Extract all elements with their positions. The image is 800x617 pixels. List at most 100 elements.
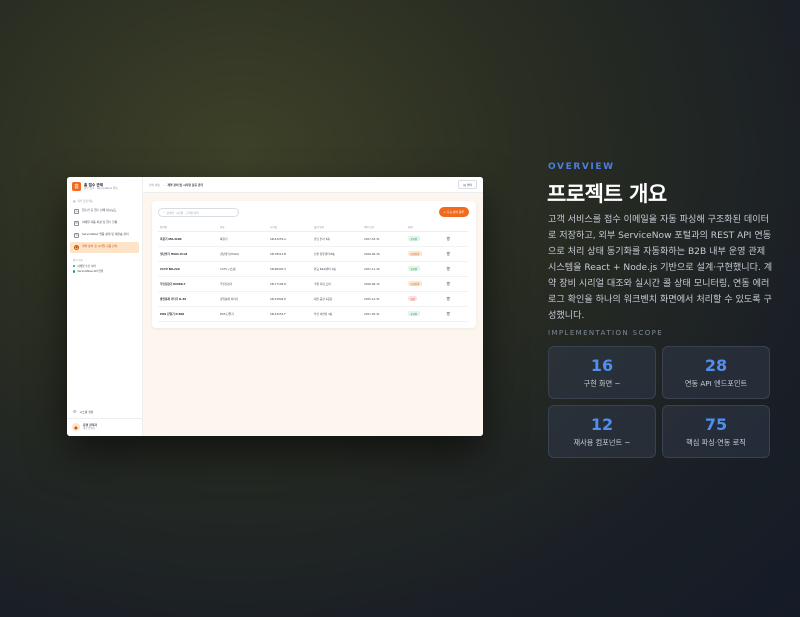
grid-icon: ▦ — [73, 199, 76, 203]
breadcrumb: 관리 메뉴 › 계약 장비 및 시리얼 검증 관리 — [149, 183, 203, 187]
stat-value: 28 — [704, 356, 728, 375]
stat-value: 75 — [704, 415, 728, 434]
action-cell: 🗑 — [444, 246, 468, 262]
column-header[interactable]: 상태 — [406, 223, 444, 232]
device-name-cell: 출입통제 리더기 R-30 — [158, 291, 218, 307]
sidebar-item-label: 계약 장비 및 시리얼 검증 관리 — [82, 244, 118, 248]
device-name-cell: 냉난방기 HVAC-Pro8 — [158, 246, 218, 262]
brand-logo: 홈 — [72, 182, 81, 191]
sidebar-item-label: 이메일 자동 파싱 및 접수 현황 — [82, 220, 118, 224]
contract-expire-cell: 2027-11-30 — [362, 261, 406, 277]
stat-label: 연동 API 엔드포인트 — [684, 379, 748, 388]
user-profile[interactable]: ● 운영 관리자 내부 운영팀 — [67, 419, 142, 436]
trash-icon[interactable]: 🗑 — [446, 252, 451, 256]
system-settings-label: 시스템 설정 — [79, 409, 94, 414]
device-type-cell: 무인점검기 — [218, 276, 268, 292]
sidebar-item-label: ServiceNow 연동 상태 및 재전송 관리 — [82, 232, 129, 236]
sidebar-item-device-serial[interactable]: ● 계약 장비 및 시리얼 검증 관리 — [70, 242, 139, 253]
table-row[interactable]: 출입통제 리더기 R-30 출입통제 리더기 SN-33849-E 대전 공장 2공장… — [158, 291, 468, 307]
table-row[interactable]: 냉난방기 HVAC-Pro8 냉난방기(HVAC) SN-78512-B 인천 물류센… — [158, 246, 468, 262]
device-location-cell: 판교 R&D센터 1동 — [312, 261, 362, 277]
status-cell: 유지중 — [406, 306, 444, 322]
search-placeholder: 장비명 · 시리얼 · 고객명 검색 — [166, 211, 199, 215]
device-location-cell: 인천 물류센터 B동 — [312, 246, 362, 262]
topbar: 관리 메뉴 › 계약 장비 및 시리얼 검증 관리 ▤ 필터 — [143, 177, 483, 193]
device-name-cell: CCTV NX-220 — [158, 261, 218, 277]
brand-subtitle: 외부 접수 · ServiceNow 연동 — [84, 187, 118, 191]
column-header[interactable]: 계약 만료 — [362, 223, 406, 232]
breadcrumb-current: 계약 장비 및 시리얼 검증 관리 — [167, 182, 204, 187]
filter-button[interactable]: ▤ 필터 — [458, 180, 477, 189]
column-header — [444, 223, 468, 232]
contract-expire-cell: 2026-08-15 — [362, 276, 406, 292]
scope-label: IMPLEMENTATION SCOPE — [548, 329, 664, 337]
mail-icon: ✉ — [74, 220, 79, 226]
stat-label: 재사용 컴포넌트 ~ — [573, 438, 631, 447]
status-cell: 만료임박 — [406, 246, 444, 262]
trash-icon[interactable]: 🗑 — [446, 297, 451, 301]
table-row[interactable]: CCTV NX-220 CCTV 시스템 SN-98445-C 판교 R&D센터 1동… — [158, 261, 468, 277]
sidebar-item-email-parsing[interactable]: ✉ 이메일 자동 파싱 및 접수 현황 — [70, 218, 139, 229]
external-item-label: 이메일 수신 서버 — [77, 264, 96, 268]
status-dot-icon — [73, 270, 76, 273]
column-header[interactable]: 시리얼 — [268, 223, 312, 232]
device-name-cell: POS 단말기 P-500 — [158, 306, 218, 322]
stat-label: 구현 화면 ~ — [583, 379, 621, 388]
breadcrumb-separator: › — [163, 182, 165, 187]
app-mockup: 홈 홈 접수 관제 외부 접수 · ServiceNow 연동 ▦ 내부 운영 … — [67, 177, 483, 436]
overview-overline: OVERVIEW — [548, 162, 615, 172]
device-type-cell: 복합기 — [218, 231, 268, 247]
user-role: 내부 운영팀 — [83, 427, 95, 431]
column-header[interactable]: 설치 위치 — [312, 223, 362, 232]
status-cell: 만료 — [406, 291, 444, 307]
breadcrumb-parent[interactable]: 관리 메뉴 — [149, 183, 160, 187]
device-table: 장비명 분류 시리얼 설치 위치 계약 만료 상태 복합기 MX-4100 복합기… — [158, 223, 468, 322]
device-type-cell: 출입통제 리더기 — [218, 291, 268, 307]
table-row[interactable]: 복합기 MX-4100 복합기 SN-43253-A 강남 본사 3층 2027-03-… — [158, 231, 468, 247]
status-cell: 유지중 — [406, 231, 444, 247]
stat-label: 핵심 파싱·연동 로직 — [686, 438, 746, 447]
section-label-text: 내부 운영 메뉴 — [77, 200, 94, 203]
device-serial-cell: SN-43253-F — [268, 306, 312, 322]
search-icon: ⌕ — [163, 211, 165, 214]
sidebar: 홈 홈 접수 관제 외부 접수 · ServiceNow 연동 ▦ 내부 운영 … — [67, 177, 143, 436]
sidebar-section-label: ▦ 내부 운영 메뉴 — [67, 197, 142, 205]
add-device-button[interactable]: + 신규 장비 등록 — [438, 207, 469, 217]
sidebar-bottom: ⚙ 시스템 설정 ● 운영 관리자 내부 운영팀 — [67, 405, 142, 436]
stat-card: 12 재사용 컴포넌트 ~ — [548, 405, 656, 458]
device-serial-cell: SN-43253-A — [268, 231, 312, 247]
sidebar-item-servicenow[interactable]: ↻ ServiceNow 연동 상태 및 재전송 관리 — [70, 230, 139, 241]
table-header-row: 장비명 분류 시리얼 설치 위치 계약 만료 상태 — [158, 223, 468, 232]
system-settings-link[interactable]: ⚙ 시스템 설정 — [67, 405, 142, 419]
trash-icon[interactable]: 🗑 — [446, 267, 451, 271]
status-dot-icon — [73, 264, 76, 267]
external-item-servicenow-api: ServiceNow API 연결 — [67, 269, 142, 275]
action-cell: 🗑 — [444, 291, 468, 307]
sidebar-item-dashboard[interactable]: ⌂ 접수건 홈 접수 관제 대시보드 — [70, 206, 139, 217]
home-icon: ⌂ — [74, 208, 79, 214]
table-row[interactable]: POS 단말기 P-500 POS 단말기 SN-43253-F 부산 서면점 3층 2… — [158, 306, 468, 322]
trash-icon[interactable]: 🗑 — [446, 237, 451, 241]
column-header[interactable]: 분류 — [218, 223, 268, 232]
stat-value: 16 — [590, 356, 614, 375]
device-name-cell: 무인점검기 KIOSK-7 — [158, 276, 218, 292]
action-cell: 🗑 — [444, 231, 468, 247]
contract-expire-cell: 2027-05-31 — [362, 306, 406, 322]
status-badge: 만료임박 — [408, 250, 422, 257]
table-row[interactable]: 무인점검기 KIOSK-7 무인점검기 SN-77128-D 수원 지점 로비 2026… — [158, 276, 468, 292]
device-location-cell: 강남 본사 3층 — [312, 231, 362, 247]
trash-icon[interactable]: 🗑 — [446, 282, 451, 286]
brand: 홈 홈 접수 관제 외부 접수 · ServiceNow 연동 — [67, 177, 142, 197]
column-header[interactable]: 장비명 — [158, 223, 218, 232]
device-serial-cell: SN-33849-E — [268, 291, 312, 307]
search-input[interactable]: ⌕ 장비명 · 시리얼 · 고객명 검색 — [158, 208, 239, 217]
project-description: 고객 서비스를 접수 이메일을 자동 파싱해 구조화된 데이터로 저장하고, 외… — [548, 215, 773, 321]
device-serial-cell: SN-77128-D — [268, 276, 312, 292]
device-type-cell: CCTV 시스템 — [218, 261, 268, 277]
action-cell: 🗑 — [444, 261, 468, 277]
trash-icon[interactable]: 🗑 — [446, 312, 451, 316]
main-content: 관리 메뉴 › 계약 장비 및 시리얼 검증 관리 ▤ 필터 ⌕ 장비명 · 시… — [143, 177, 483, 436]
device-icon: ● — [74, 244, 79, 250]
action-cell: 🗑 — [444, 306, 468, 322]
status-badge: 유지중 — [408, 265, 420, 272]
